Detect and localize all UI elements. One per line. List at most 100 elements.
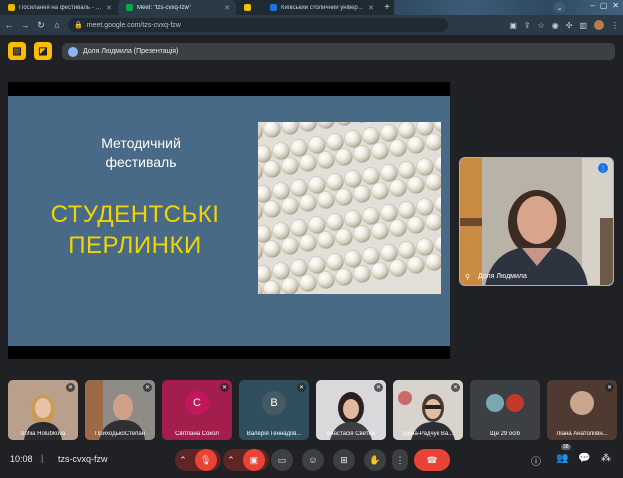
pearl: [389, 219, 407, 237]
tab-pinned[interactable]: [236, 0, 262, 15]
raise-hand-icon[interactable]: ✋: [364, 449, 386, 471]
participant-tile[interactable]: ✕ ПриходькоСтепан: [85, 380, 155, 440]
tab-strip: Посилання на фестиваль - Lma ✕ Meet: "tz…: [0, 0, 623, 15]
meeting-code: tzs-cvxq-fzw: [58, 454, 108, 464]
profile-avatar[interactable]: [594, 20, 604, 30]
back-icon[interactable]: ←: [4, 20, 14, 30]
pearl: [299, 154, 317, 172]
pearl: [281, 237, 299, 255]
participant-tile[interactable]: ✕ Анастасія Светюк: [316, 380, 386, 440]
participant-name: Світлана Сокол: [175, 431, 219, 437]
tab-festival-link[interactable]: Посилання на фестиваль - Lma ✕: [0, 0, 118, 15]
pearl: [317, 151, 335, 169]
profile-badge-icon[interactable]: ◉: [552, 21, 559, 30]
camera-indicator-icon[interactable]: ▣: [509, 21, 517, 30]
speaker-tile[interactable]: ⋮ ⚲ Доля Людмила: [459, 157, 614, 286]
pearl: [407, 216, 425, 234]
share-icon[interactable]: ⇪: [524, 21, 531, 30]
slide-title-line: ПЕРЛИНКИ: [68, 232, 202, 259]
speaking-indicator-icon: ⋮: [598, 163, 608, 173]
meet-favicon-icon: [126, 4, 133, 11]
more-participants-tile[interactable]: Ще 29 осіб: [470, 380, 540, 440]
pearl: [335, 188, 353, 206]
participant-tile[interactable]: С ✕ Світлана Сокол: [162, 380, 232, 440]
reload-icon[interactable]: ↻: [36, 20, 46, 31]
browser-toolbar: ← → ↻ ⌂ 🔒 meet.google.com/tzs-cvxq-fzw ▣…: [0, 15, 623, 35]
pearl: [326, 173, 344, 191]
pearl: [362, 247, 380, 265]
minimize-icon[interactable]: –: [590, 1, 594, 10]
participant-name: Ліана Анатоліївн...: [556, 431, 608, 437]
background-desktop: ⌄ – ▢ ✕: [394, 0, 623, 15]
extensions-icon[interactable]: ✣: [566, 21, 573, 30]
home-icon[interactable]: ⌂: [52, 20, 62, 30]
pearl: [407, 256, 425, 274]
close-icon[interactable]: ✕: [224, 4, 230, 12]
slide-subtitle-line: фестиваль: [105, 154, 177, 170]
mic-off-icon: ✕: [297, 383, 306, 392]
tab-university[interactable]: Київський столичний університ ✕: [262, 0, 380, 15]
participant-tile[interactable]: ✕ Sofiia Holubkova: [8, 380, 78, 440]
menu-icon[interactable]: ⋮: [611, 21, 619, 30]
maximize-icon[interactable]: ▢: [600, 1, 608, 10]
pearl: [425, 253, 441, 271]
participant-name: Ірина-Радчук Ва...: [402, 431, 454, 437]
pearl: [308, 216, 326, 234]
activities-icon[interactable]: ⁂: [601, 453, 611, 464]
pearl: [353, 145, 371, 163]
emoji-reaction-icon[interactable]: ☺: [302, 449, 324, 471]
pearl: [263, 240, 281, 258]
tab-meet[interactable]: Meet: "tzs-cvxq-fzw" ✕: [118, 0, 236, 15]
pearl: [425, 133, 441, 151]
leave-call-button[interactable]: ☎: [414, 449, 450, 471]
tab-search-icon[interactable]: ⌄: [554, 2, 565, 13]
sidebar-icon[interactable]: ▥: [579, 21, 587, 30]
people-icon[interactable]: 👥: [556, 453, 568, 464]
slide: Методичний фестиваль СТУДЕНТСЬКІ ПЕРЛИНК…: [8, 96, 450, 346]
participant-tile[interactable]: ✕ Ірина-Радчук Ва...: [393, 380, 463, 440]
address-bar[interactable]: 🔒 meet.google.com/tzs-cvxq-fzw: [68, 18, 448, 32]
chat-icon[interactable]: 💬: [578, 453, 590, 464]
camera-control[interactable]: ⌃ ▣: [223, 449, 269, 471]
pearl: [425, 173, 441, 191]
url-text: meet.google.com/tzs-cvxq-fzw: [86, 21, 181, 29]
info-icon[interactable]: ⓘ: [531, 453, 541, 468]
pearl: [308, 256, 326, 274]
university-favicon-icon: [270, 4, 277, 11]
forward-icon[interactable]: →: [20, 20, 30, 30]
pearl: [407, 136, 425, 154]
presenter-avatar: [68, 46, 78, 57]
microphone-control[interactable]: ⌃ 🎙: [175, 449, 221, 471]
presenter-bar[interactable]: Доля Людмила (Презентація): [62, 43, 615, 60]
pearl: [380, 164, 398, 182]
pin-layout-icon[interactable]: ◪: [34, 42, 52, 60]
captions-button[interactable]: ▭: [271, 449, 293, 471]
close-icon[interactable]: ✕: [368, 4, 374, 12]
clock: 10:08: [10, 454, 33, 464]
slide-subtitle-line: Методичний: [101, 135, 181, 151]
participant-name: ПриходькоСтепан: [94, 431, 146, 437]
bookmark-star-icon[interactable]: ☆: [538, 21, 545, 30]
camera-off-button[interactable]: ▣: [242, 449, 265, 471]
close-icon[interactable]: ✕: [106, 4, 112, 12]
close-window-icon[interactable]: ✕: [612, 1, 619, 10]
more-options-icon[interactable]: ⋮: [392, 449, 408, 471]
new-tab-button[interactable]: +: [380, 0, 394, 15]
chevron-up-icon[interactable]: ⌃: [179, 455, 187, 466]
pearl: [344, 210, 362, 228]
chevron-up-icon[interactable]: ⌃: [227, 455, 235, 466]
pearl: [299, 274, 317, 292]
pearl: [335, 148, 353, 166]
participant-tile[interactable]: В ✕ Валерія Геннадіїв...: [239, 380, 309, 440]
pin-icon[interactable]: ⚲: [465, 273, 470, 281]
stop-presenting-icon[interactable]: ▨: [8, 42, 26, 60]
pearl: [389, 139, 407, 157]
pearl: [371, 182, 389, 200]
pearl: [398, 241, 416, 259]
present-screen-icon[interactable]: ⊞: [333, 449, 355, 471]
mic-off-button[interactable]: 🎙: [194, 449, 217, 471]
pearl: [380, 244, 398, 262]
presentation-view: Методичний фестиваль СТУДЕНТСЬКІ ПЕРЛИНК…: [8, 82, 450, 359]
participant-tile[interactable]: ✕ Ліана Анатоліївн...: [547, 380, 617, 440]
tab-title: Посилання на фестиваль - Lma: [19, 4, 103, 11]
